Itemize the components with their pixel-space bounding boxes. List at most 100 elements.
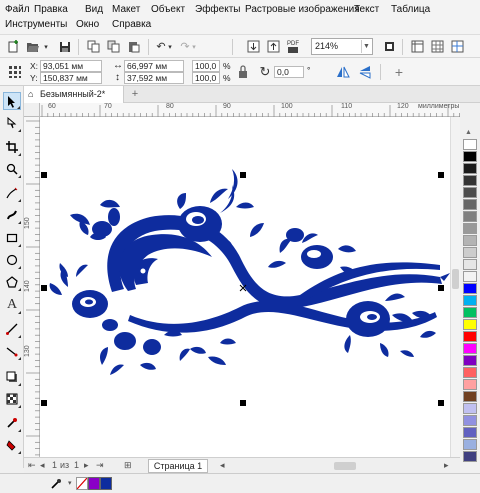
redo-dropdown-icon[interactable]: ▾ xyxy=(190,38,198,55)
open-dropdown-icon[interactable]: ▾ xyxy=(42,38,50,55)
object-origin-icon[interactable] xyxy=(6,63,24,80)
transparency-tool-icon[interactable] xyxy=(3,390,21,408)
menu-window[interactable]: Окно xyxy=(76,19,99,31)
ellipse-tool-icon[interactable] xyxy=(3,251,21,269)
palette-swatch[interactable] xyxy=(463,451,477,462)
palette-swatch[interactable] xyxy=(463,367,477,378)
parallel-dimension-tool-icon[interactable] xyxy=(3,320,21,338)
menu-text[interactable]: Текст xyxy=(354,4,379,16)
menu-layout[interactable]: Макет xyxy=(112,4,140,16)
paste-icon[interactable] xyxy=(124,38,142,55)
palette-swatch[interactable] xyxy=(463,319,477,330)
palette-swatch[interactable] xyxy=(463,247,477,258)
recent-color-swatch[interactable] xyxy=(88,477,100,490)
horizontal-ruler[interactable]: 60 70 80 90 100 110 120 миллиметры xyxy=(40,103,460,117)
interactive-fill-tool-icon[interactable] xyxy=(3,436,21,454)
palette-swatch[interactable] xyxy=(463,283,477,294)
palette-swatch[interactable] xyxy=(463,175,477,186)
recent-color-swatch[interactable] xyxy=(100,477,112,490)
add-tab-button[interactable]: + xyxy=(128,88,142,101)
palette-swatch[interactable] xyxy=(463,415,477,426)
palette-swatch[interactable] xyxy=(463,187,477,198)
shape-tool-icon[interactable] xyxy=(3,114,21,132)
connector-tool-icon[interactable] xyxy=(3,342,21,360)
menu-edit[interactable]: Правка xyxy=(34,4,68,16)
next-page-icon[interactable]: ▸ xyxy=(84,460,89,471)
last-page-icon[interactable]: ⇥ xyxy=(96,460,104,471)
scroll-left-icon[interactable]: ◂ xyxy=(220,460,225,471)
palette-swatch[interactable] xyxy=(463,331,477,342)
cut-icon[interactable] xyxy=(84,38,102,55)
menu-effects[interactable]: Эффекты xyxy=(195,4,240,16)
palette-swatch[interactable] xyxy=(463,391,477,402)
palette-swatch[interactable] xyxy=(463,403,477,414)
menu-tools[interactable]: Инструменты xyxy=(5,19,67,31)
palette-scroll-up-icon[interactable]: ▲ xyxy=(465,129,472,136)
x-position-field[interactable]: 93,051 мм xyxy=(40,60,102,72)
width-field[interactable]: 66,997 мм xyxy=(124,60,184,72)
menu-table[interactable]: Таблица xyxy=(391,4,430,16)
zoom-level-select[interactable]: 214% ▼ xyxy=(311,38,373,55)
add-page-icon[interactable]: ⊞ xyxy=(124,460,132,471)
pick-tool-icon[interactable] xyxy=(3,92,21,110)
scale-height-field[interactable]: 100,0 xyxy=(192,72,220,84)
scale-width-field[interactable]: 100,0 xyxy=(192,60,220,72)
scroll-right-icon[interactable]: ▸ xyxy=(444,460,449,471)
palette-swatch[interactable] xyxy=(463,199,477,210)
export-icon[interactable] xyxy=(264,38,282,55)
mirror-horizontal-icon[interactable] xyxy=(334,63,352,80)
horizontal-scroll-thumb[interactable] xyxy=(334,462,356,470)
import-icon[interactable] xyxy=(244,38,262,55)
publish-pdf-icon[interactable]: PDF xyxy=(284,38,302,55)
palette-swatch[interactable] xyxy=(463,163,477,174)
palette-swatch[interactable] xyxy=(463,307,477,318)
copy-icon[interactable] xyxy=(104,38,122,55)
show-rulers-icon[interactable] xyxy=(408,38,426,55)
undo-dropdown-icon[interactable]: ▾ xyxy=(166,38,174,55)
floral-ornament[interactable] xyxy=(40,117,460,457)
palette-swatch[interactable] xyxy=(463,295,477,306)
palette-swatch[interactable] xyxy=(463,271,477,282)
palette-swatch[interactable] xyxy=(463,439,477,450)
vertical-scrollbar[interactable] xyxy=(450,117,460,457)
ruler-origin[interactable] xyxy=(24,103,40,117)
zoom-tool-icon[interactable] xyxy=(3,160,21,178)
palette-swatch[interactable] xyxy=(463,343,477,354)
new-document-icon[interactable] xyxy=(4,38,22,55)
menu-file[interactable]: Файл xyxy=(5,4,30,16)
add-preset-icon[interactable]: + xyxy=(390,63,408,80)
polygon-tool-icon[interactable] xyxy=(3,273,21,291)
first-page-icon[interactable]: ⇤ xyxy=(28,460,36,471)
palette-swatch[interactable] xyxy=(463,139,477,150)
menu-bitmaps[interactable]: Растровые изображения xyxy=(245,4,360,16)
menu-object[interactable]: Объект xyxy=(151,4,185,16)
document-tab[interactable]: ⌂ Безымянный-2* xyxy=(24,86,124,103)
palette-swatch[interactable] xyxy=(463,223,477,234)
open-folder-icon[interactable] xyxy=(24,38,42,55)
palette-swatch[interactable] xyxy=(463,379,477,390)
menu-view[interactable]: Вид xyxy=(85,4,103,16)
palette-swatch[interactable] xyxy=(463,235,477,246)
mirror-vertical-icon[interactable] xyxy=(356,63,374,80)
drawing-canvas[interactable] xyxy=(40,117,460,457)
rectangle-tool-icon[interactable] xyxy=(3,229,21,247)
palette-swatch[interactable] xyxy=(463,427,477,438)
page-tab[interactable]: Страница 1 xyxy=(148,459,208,473)
lock-ratio-icon[interactable] xyxy=(234,63,252,80)
rotation-angle-field[interactable]: 0,0 xyxy=(274,66,304,78)
fill-eyedropper-icon[interactable] xyxy=(50,478,62,490)
prev-page-icon[interactable]: ◂ xyxy=(40,460,45,471)
full-screen-icon[interactable] xyxy=(380,38,398,55)
palette-swatch[interactable] xyxy=(463,259,477,270)
vertical-ruler[interactable]: 150 140 130 xyxy=(24,117,40,457)
vertical-scroll-thumb[interactable] xyxy=(452,269,459,289)
show-grid-icon[interactable] xyxy=(428,38,446,55)
y-position-field[interactable]: 150,837 мм xyxy=(40,72,102,84)
freehand-tool-icon[interactable] xyxy=(3,184,21,202)
artistic-media-tool-icon[interactable] xyxy=(3,206,21,224)
palette-swatch[interactable] xyxy=(463,151,477,162)
palette-swatch[interactable] xyxy=(463,211,477,222)
save-icon[interactable] xyxy=(56,38,74,55)
height-field[interactable]: 37,592 мм xyxy=(124,72,184,84)
text-tool-icon[interactable]: A xyxy=(3,296,21,314)
